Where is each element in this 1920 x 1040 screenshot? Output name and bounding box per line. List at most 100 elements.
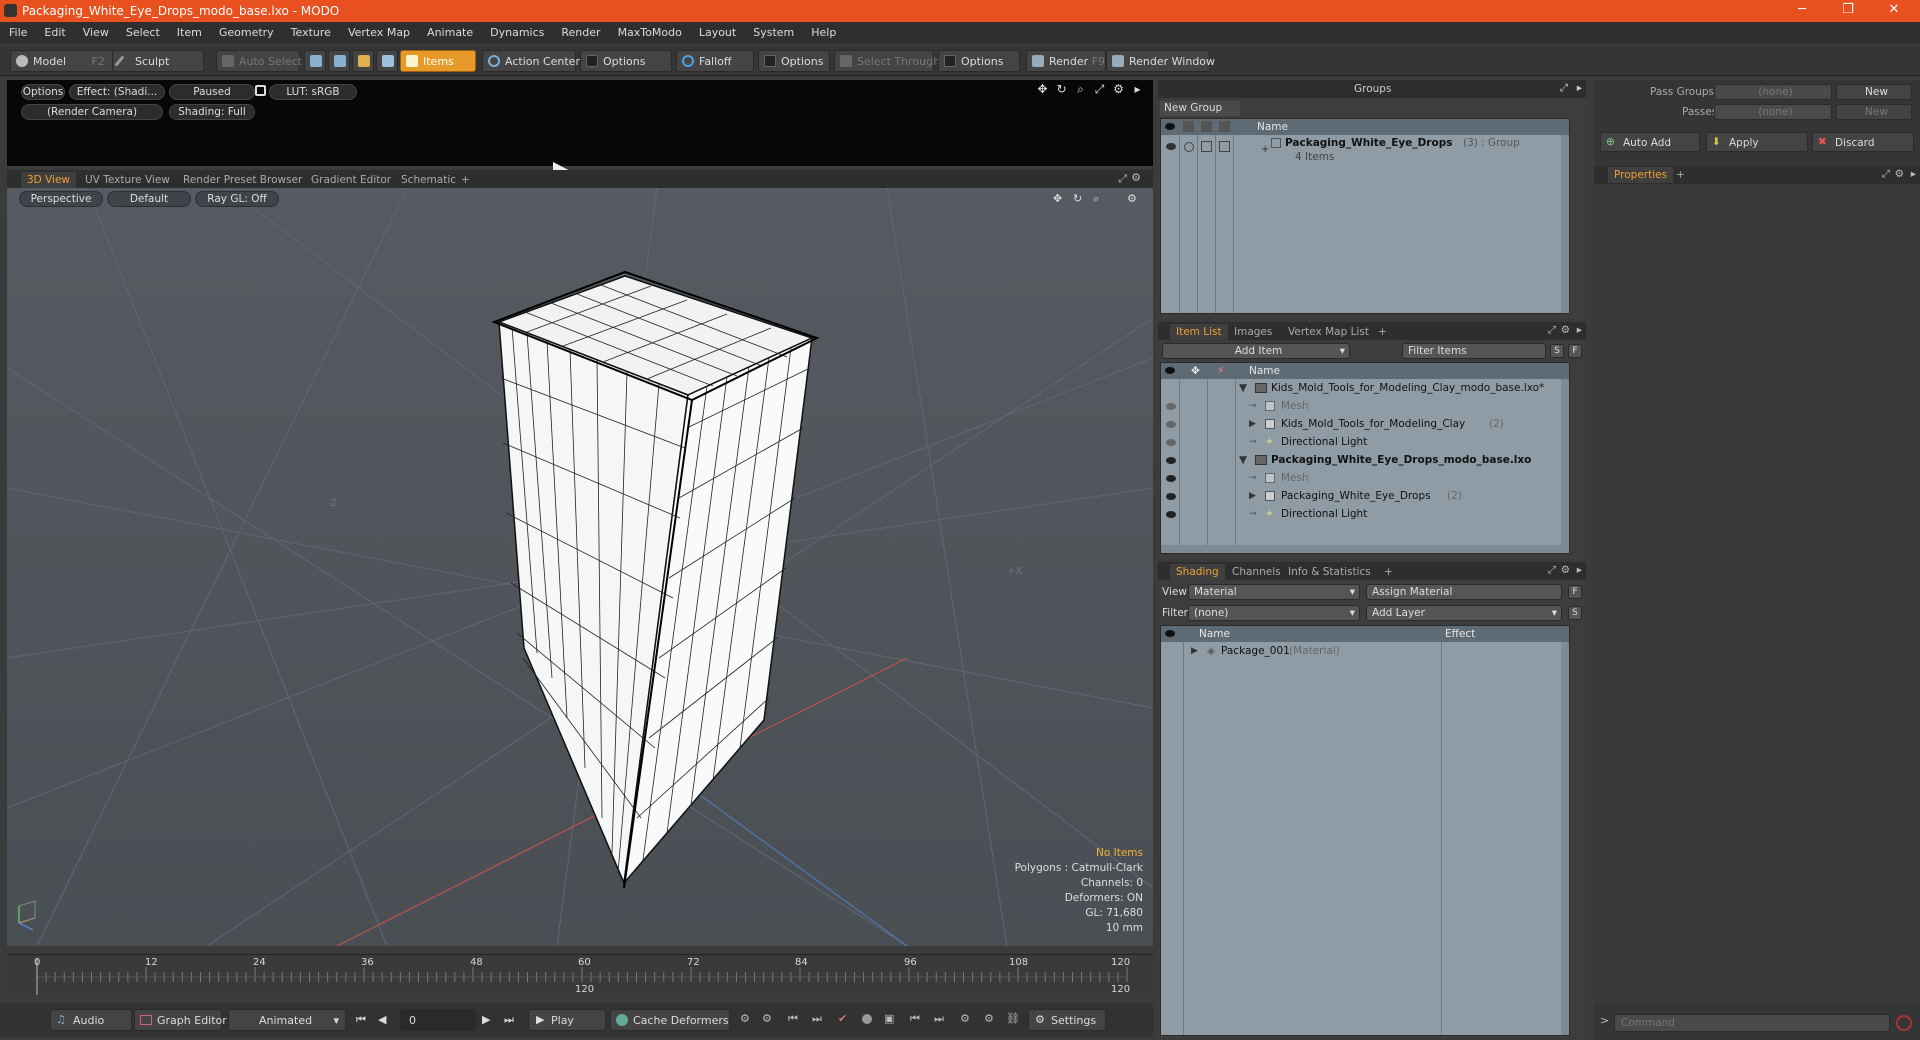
maximize-button[interactable]: ❐ [1828, 0, 1868, 22]
maximize-panel-icon[interactable]: ⤢ [1118, 172, 1127, 186]
lut-dropdown[interactable]: LUT: sRGB [269, 84, 357, 100]
maximize-panel-icon[interactable]: ⤢ [1560, 82, 1568, 95]
key-all-icon[interactable]: ▣ [884, 1012, 894, 1025]
polygons-mode-button[interactable] [352, 50, 374, 72]
shader-tree[interactable]: Name Effect ▶ ◈ Package_001 (Material) [1160, 625, 1570, 1036]
select-options-button[interactable]: Options [938, 50, 1020, 72]
menu-animate[interactable]: Animate [418, 22, 481, 39]
perspective-dropdown[interactable]: Perspective [19, 191, 103, 207]
new-pass-button[interactable]: New [1836, 104, 1912, 120]
item-list-hscrollbar[interactable] [1161, 545, 1569, 553]
channel-icon[interactable]: ⚙ [960, 1012, 970, 1025]
viewport-gear-icon[interactable]: ⚙ [1127, 192, 1137, 205]
expand-arrow-icon[interactable]: ▸ [1577, 82, 1582, 94]
menu-item[interactable]: Item [168, 22, 210, 39]
key-icon[interactable]: ⚙ [740, 1012, 750, 1025]
raygl-toggle[interactable]: Ray GL: Off [195, 191, 279, 207]
rotate-view-icon[interactable]: ↻ [1055, 83, 1068, 96]
visibility-eye-icon[interactable] [1166, 457, 1176, 464]
shading-s-button[interactable]: S [1568, 606, 1582, 620]
tab-channels[interactable]: Channels [1226, 564, 1287, 580]
expand-arrow-icon[interactable]: ▸ [1131, 83, 1144, 96]
add-layer-dropdown[interactable]: Add Layer ▾ [1366, 605, 1562, 621]
action-center-options-button[interactable]: Options [580, 50, 672, 72]
menu-vertex-map[interactable]: Vertex Map [339, 22, 418, 39]
maximize-panel-icon[interactable]: ⤢ [1882, 168, 1890, 181]
step-forward-icon[interactable]: ▶ [482, 1013, 490, 1026]
tab-schematic[interactable]: Schematic [395, 172, 462, 188]
tab-info-statistics[interactable]: Info & Statistics [1282, 564, 1377, 580]
maximize-panel-icon[interactable]: ⤢ [1548, 324, 1556, 337]
eye-drops-box-mesh[interactable] [491, 270, 820, 889]
sculpt-mode-button[interactable]: Sculpt [112, 50, 204, 72]
audio-button[interactable]: ♫ Audio [50, 1009, 132, 1031]
last-key-icon[interactable]: ⏭ [934, 1012, 944, 1026]
tree-row-group[interactable]: ▶ Kids_Mold_Tools_for_Modeling_Clay (2) [1161, 415, 1559, 433]
add-tab-button[interactable]: + [1378, 564, 1399, 580]
tree-row-light[interactable]: → ✦ Directional Light [1161, 433, 1559, 451]
filter-items-input[interactable]: Filter Items [1402, 343, 1546, 359]
shader-tree-scrollbar[interactable] [1561, 642, 1569, 1035]
vertices-mode-button[interactable] [304, 50, 326, 72]
auto-key-icon[interactable]: ✔ [838, 1012, 847, 1025]
go-to-start-icon[interactable]: ⏮ [356, 1013, 366, 1027]
new-pass-group-button[interactable]: New [1836, 84, 1912, 100]
tree-row-mesh[interactable]: → Mesh [1161, 469, 1559, 487]
paused-toggle[interactable]: Paused [169, 84, 255, 100]
pass-groups-dropdown[interactable]: (none) [1714, 84, 1832, 100]
close-button[interactable]: ✕ [1874, 0, 1914, 22]
command-input[interactable] [1614, 1014, 1890, 1032]
tree-row-scene[interactable]: ▼ Packaging_White_Eye_Drops_modo_base.lx… [1161, 451, 1559, 469]
tree-row-scene[interactable]: ▼ Kids_Mold_Tools_for_Modeling_Clay_modo… [1161, 379, 1559, 397]
effect-dropdown[interactable]: Effect: (Shadi... [69, 84, 165, 100]
tab-item-list[interactable]: Item List [1170, 324, 1228, 340]
tab-properties[interactable]: Properties [1608, 167, 1674, 183]
tab-render-preset-browser[interactable]: Render Preset Browser [177, 172, 308, 188]
cache-deformers-button[interactable]: Cache Deformers [610, 1009, 730, 1031]
add-item-dropdown[interactable]: Add Item ▾ [1162, 343, 1350, 359]
auto-add-button[interactable]: ⊕ Auto Add [1600, 132, 1700, 152]
visibility-eye-icon[interactable] [1166, 493, 1176, 500]
record-icon[interactable] [862, 1014, 872, 1024]
visibility-eye-icon[interactable] [1166, 403, 1176, 410]
apply-button[interactable]: ⬇ Apply [1706, 132, 1808, 152]
expand-plus-icon[interactable]: + [1261, 141, 1269, 159]
item-list-scrollbar[interactable] [1561, 379, 1569, 553]
zoom-view-icon[interactable]: ⌕ [1074, 83, 1087, 96]
item-list-tree[interactable]: ✥ ⚡ Name ▼ Kids_Mold_Tools_for_Modeling_… [1160, 362, 1570, 554]
prev-key-icon[interactable]: ⏮ [788, 1012, 798, 1026]
passes-dropdown[interactable]: (none) [1714, 104, 1832, 120]
animated-dropdown[interactable]: Animated ▾ [228, 1009, 346, 1031]
visibility-eye-icon[interactable] [1166, 439, 1176, 446]
filter-dropdown[interactable]: (none) ▾ [1188, 605, 1360, 621]
expand-arrow-icon[interactable]: ▸ [1911, 168, 1916, 180]
maximize-panel-icon[interactable]: ⤢ [1548, 564, 1556, 577]
menu-select[interactable]: Select [117, 22, 168, 39]
move-view-icon[interactable]: ✥ [1053, 192, 1062, 205]
expand-arrow-icon[interactable]: ▸ [1577, 324, 1582, 336]
edges-mode-button[interactable] [328, 50, 350, 72]
group-row[interactable]: + Packaging_White_Eye_Drops (3) : Group … [1161, 135, 1569, 165]
expand-arrow-icon[interactable]: ▶ [1249, 487, 1256, 505]
collapse-arrow-icon[interactable]: ▼ [1239, 379, 1247, 397]
tree-row-group[interactable]: ▶ Packaging_White_Eye_Drops (2) [1161, 487, 1559, 505]
tab-images[interactable]: Images [1228, 324, 1278, 340]
graph-editor-button[interactable]: Graph Editor [134, 1009, 227, 1031]
first-key-icon[interactable]: ⏮ [910, 1012, 920, 1026]
menu-edit[interactable]: Edit [35, 22, 73, 39]
go-to-end-icon[interactable]: ⏭ [504, 1013, 514, 1027]
menu-geometry[interactable]: Geometry [210, 22, 282, 39]
timeline[interactable]: 0 12 24 36 48 60 72 84 96 108 120 120 12… [7, 954, 1153, 998]
rotate-view-icon[interactable]: ↻ [1073, 192, 1082, 205]
menu-maxtomodo[interactable]: MaxToModo [609, 22, 690, 39]
expand-arrow-icon[interactable]: ▶ [1191, 642, 1198, 660]
tab-vertex-map-list[interactable]: Vertex Map List [1282, 324, 1375, 340]
collapse-arrow-icon[interactable]: ▼ [1239, 451, 1247, 469]
tree-row-light[interactable]: → ✦ Directional Light [1161, 505, 1559, 523]
items-mode-button[interactable]: Items [400, 50, 476, 72]
visibility-eye-icon[interactable] [1166, 421, 1176, 428]
tree-row-mesh[interactable]: → Mesh [1161, 397, 1559, 415]
add-tab-button[interactable]: + [455, 172, 476, 188]
tab-gradient-editor[interactable]: Gradient Editor [305, 172, 397, 188]
panel-gear-icon[interactable]: ⚙ [1131, 171, 1141, 184]
